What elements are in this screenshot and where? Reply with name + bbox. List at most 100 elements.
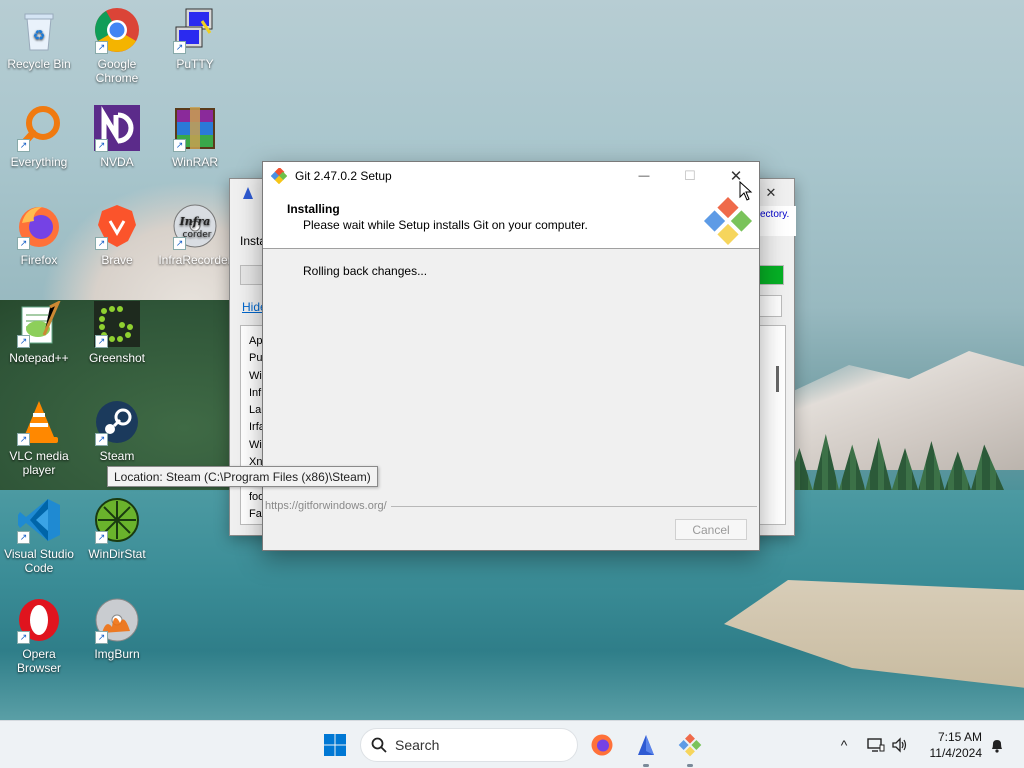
shortcut-arrow-icon: ↗	[95, 139, 108, 152]
background-scrollbar-thumb[interactable]	[776, 366, 779, 392]
shortcut-arrow-icon: ↗	[17, 139, 30, 152]
desktop-icon-brave[interactable]: ↗ Brave	[78, 202, 156, 267]
desktop-icon-infrarecorder[interactable]: Infra corder ↗ InfraRecorder	[156, 202, 234, 267]
opera-icon: ↗	[15, 596, 63, 644]
shortcut-arrow-icon: ↗	[17, 335, 30, 348]
desktop-icon-label: Steam	[99, 449, 135, 463]
svg-text:corder: corder	[183, 230, 212, 240]
desktop-icon-imgburn[interactable]: ↗ ImgBurn	[78, 596, 156, 661]
network-icon	[867, 738, 885, 752]
putty-icon: ↗	[171, 6, 219, 54]
git-app-icon	[678, 733, 702, 757]
vscode-icon: ↗	[15, 496, 63, 544]
desktop-icon-google-chrome[interactable]: ↗ Google Chrome	[78, 6, 156, 85]
greenshot-icon: ↗	[93, 300, 141, 348]
taskbar-search-box[interactable]: Search	[360, 728, 578, 762]
notifications-button[interactable]	[986, 729, 1008, 761]
imgburn-icon: ↗	[93, 596, 141, 644]
wizard-page-subtitle: Please wait while Setup installs Git on …	[303, 218, 588, 232]
taskbar-clock[interactable]: 7:15 AM 11/4/2024	[930, 729, 983, 761]
background-progress-fill	[757, 266, 783, 284]
install-status-text: Rolling back changes...	[303, 264, 428, 278]
steam-icon: ↗	[93, 398, 141, 446]
windows-start-icon	[324, 734, 346, 756]
minimize-icon: —	[638, 170, 650, 182]
installer-app-icon	[638, 735, 654, 755]
mouse-cursor-icon	[739, 181, 753, 201]
shortcut-arrow-icon: ↗	[173, 237, 186, 250]
start-button[interactable]	[319, 729, 351, 761]
windirstat-icon: ↗	[93, 496, 141, 544]
desktop-icon-winrar[interactable]: ↗ WinRAR	[156, 104, 234, 169]
shortcut-arrow-icon: ↗	[95, 631, 108, 644]
bell-icon	[992, 740, 1002, 753]
recycle-bin-icon: ♻	[15, 6, 63, 54]
branding-divider	[390, 505, 757, 507]
maximize-button[interactable]: ☐	[667, 162, 713, 190]
desktop-icon-everything[interactable]: ↗ Everything	[0, 104, 78, 169]
desktop-icon-tooltip: Location: Steam (C:\Program Files (x86)\…	[107, 466, 378, 487]
chevron-up-icon: ^	[840, 737, 848, 753]
shortcut-arrow-icon: ↗	[95, 531, 108, 544]
cancel-button[interactable]: Cancel	[675, 519, 747, 540]
desktop-icon-label: Everything	[10, 155, 68, 169]
volume-control[interactable]	[888, 729, 912, 761]
desktop-icon-recycle-bin[interactable]: ♻ Recycle Bin	[0, 6, 78, 71]
desktop-icon-label: Visual Studio Code	[4, 547, 74, 575]
running-indicator	[687, 764, 693, 767]
git-setup-window[interactable]: Git 2.47.0.2 Setup — ☐ ✕ Installing Plea…	[262, 161, 760, 551]
taskbar-git-setup[interactable]	[674, 729, 706, 767]
wizard-header: Installing Please wait while Setup insta…	[263, 190, 759, 249]
desktop-icon-notepadpp[interactable]: ↗ Notepad++	[0, 300, 78, 365]
desktop-icon-nvda[interactable]: ↗ NVDA	[78, 104, 156, 169]
show-hidden-icons-button[interactable]: ^	[828, 729, 860, 761]
desktop-icon-label: NVDA	[100, 155, 134, 169]
taskbar-firefox[interactable]	[586, 729, 618, 761]
desktop-icon-windirstat[interactable]: ↗ WinDirStat	[78, 496, 156, 561]
taskbar-installer-app[interactable]	[630, 729, 662, 767]
desktop-icon-greenshot[interactable]: ↗ Greenshot	[78, 300, 156, 365]
search-icon	[371, 737, 387, 753]
desktop-icon-opera[interactable]: ↗ Opera Browser	[0, 596, 78, 675]
wizard-page-title: Installing	[287, 202, 340, 216]
git-setup-titlebar[interactable]: Git 2.47.0.2 Setup — ☐ ✕	[263, 162, 759, 190]
desktop-icon-label: Recycle Bin	[7, 57, 71, 71]
desktop-icon-label: Firefox	[20, 253, 58, 267]
minimize-button[interactable]: —	[621, 162, 667, 190]
speaker-icon	[892, 737, 907, 753]
notepadpp-icon: ↗	[15, 300, 63, 348]
brave-icon: ↗	[93, 202, 141, 250]
shortcut-arrow-icon: ↗	[17, 433, 30, 446]
branding-line: https://gitforwindows.org/	[263, 499, 759, 513]
desktop-icon-firefox[interactable]: ↗ Firefox	[0, 202, 78, 267]
nvda-icon: ↗	[93, 104, 141, 152]
svg-text:Infra: Infra	[179, 215, 211, 228]
desktop-icon-vlc[interactable]: ↗ VLC media player	[0, 398, 78, 477]
shortcut-arrow-icon: ↗	[173, 139, 186, 152]
svg-text:♻: ♻	[33, 27, 46, 43]
vlc-icon: ↗	[15, 398, 63, 446]
clock-date: 11/4/2024	[929, 746, 983, 760]
desktop-icon-label: Google Chrome	[95, 57, 139, 85]
window-title: Git 2.47.0.2 Setup	[295, 169, 392, 183]
desktop-icon-label: WinDirStat	[88, 547, 146, 561]
shortcut-arrow-icon: ↗	[17, 631, 30, 644]
desktop-icon-steam[interactable]: ↗ Steam	[78, 398, 156, 463]
network-status[interactable]	[864, 729, 888, 761]
desktop-icon-label: ImgBurn	[94, 647, 140, 661]
background-directory-text: ectory.	[760, 209, 790, 220]
shortcut-arrow-icon: ↗	[95, 41, 108, 54]
firefox-icon	[591, 734, 613, 756]
maximize-icon: ☐	[684, 168, 696, 183]
shortcut-arrow-icon: ↗	[173, 41, 186, 54]
desktop-icon-label: Brave	[101, 253, 133, 267]
desktop-icon-label: Opera Browser	[16, 647, 61, 675]
desktop-icon-label: Notepad++	[9, 351, 69, 365]
shortcut-arrow-icon: ↗	[17, 531, 30, 544]
desktop-icon-vscode[interactable]: ↗ Visual Studio Code	[0, 496, 78, 575]
desktop-icon-label: Greenshot	[88, 351, 146, 365]
infrarecorder-icon: Infra corder ↗	[171, 202, 219, 250]
git-logo-icon	[703, 196, 753, 246]
desktop-icon-putty[interactable]: ↗ PuTTY	[156, 6, 234, 71]
running-indicator	[643, 764, 649, 767]
